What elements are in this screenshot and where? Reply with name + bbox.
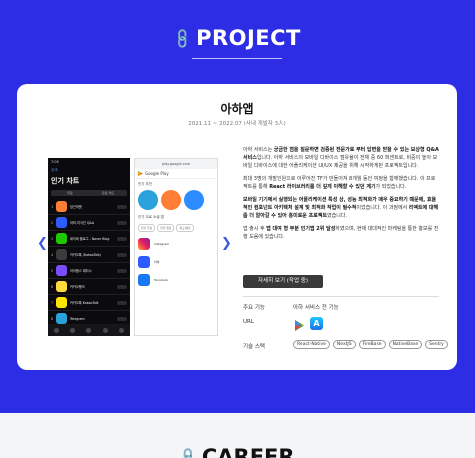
gp-section-label: 인기 추천 — [138, 182, 152, 186]
app-icon — [56, 313, 67, 324]
tech-tag: Sentry — [425, 340, 448, 349]
project-description: 아하 서비스는 궁금한 점을 질문하면 검증된 전문가로 부터 답변을 받을 수… — [243, 146, 439, 246]
list-item: 7 카카오톡 KakaoTalk — [48, 295, 130, 311]
link-icon: 🔗 — [171, 27, 196, 51]
career-section: 🔗CAREER — [0, 413, 475, 458]
tech-stack-list: React-Native NextJS FireBase NativeBase … — [293, 340, 448, 349]
tech-tag: NativeBase — [388, 340, 423, 349]
tech-tag: FireBase — [358, 340, 386, 349]
app-icon — [138, 190, 158, 210]
project-card: 아하앱 2021.11 ~ 2022.07 (사내 개발자 3人) ❮ ❯ 7:… — [17, 84, 457, 370]
app-icon — [161, 190, 181, 210]
desc-paragraph: 최대 3명의 개발인원으로 이루어진 TF가 만들어져 8개월 동안 여정을 함… — [243, 176, 436, 190]
project-heading: 🔗PROJECT — [0, 26, 475, 51]
stack-label: 기술 스택 — [243, 344, 265, 350]
heading-underline — [192, 58, 282, 59]
list-item: 6 카카오뱅크 — [48, 279, 130, 295]
app-icon — [56, 265, 67, 276]
divider — [243, 296, 439, 297]
desc-paragraph: 아하 서비스는 궁금한 점을 질문하면 검증된 전문가로 부터 답변을 받을 수… — [243, 147, 439, 169]
app-icon — [56, 297, 67, 308]
url-label: URL — [243, 319, 254, 325]
google-play-header: Google Play — [135, 169, 217, 179]
carousel-prev-button[interactable]: ❮ — [37, 236, 48, 251]
gp-tag-list: 인기 무료 인기 유료 최고 매출 — [135, 221, 217, 235]
app-icon — [138, 256, 150, 268]
ios-segment-paid: 유료 차트 — [102, 191, 114, 195]
feature-label: 주요 기능 — [243, 305, 265, 311]
ios-chart-screenshot: 7:05 검색 인기 차트 무료 유료 차트 1 당근마켓 2 아하-지식인 Q&A… — [48, 158, 130, 336]
facebook-icon — [138, 274, 150, 286]
project-section: 🔗PROJECT 아하앱 2021.11 ~ 2022.07 (사내 개발자 3… — [0, 0, 475, 413]
google-play-link-icon[interactable] — [293, 317, 306, 331]
app-icon — [184, 190, 204, 210]
ios-back-label: 검색 — [51, 168, 58, 172]
desc-paragraph: 앱 출시 후 앱 대여 형 부분 인기앱 2위 달성하였으며, 현재 대대적인 … — [243, 226, 439, 240]
gp-featured-apps — [135, 188, 217, 212]
instagram-icon — [138, 238, 150, 250]
project-period: 2021.11 ~ 2022.07 (사내 개발자 3人) — [188, 121, 286, 127]
ios-segment-free: 무료 — [67, 191, 73, 195]
tech-tag: React-Native — [293, 340, 330, 349]
google-play-screenshot: play.google.com Google Play 인기 추천 인기 무료 … — [134, 158, 218, 336]
gp-section-label: 인기 무료 소셜 앱 — [138, 215, 164, 219]
list-item: 1 당근마켓 — [48, 199, 130, 215]
desc-paragraph: 모바일 기기에서 실행되는 어플리케이션 특성 상, 성능 최적화가 매우 중요… — [243, 197, 439, 219]
feature-value: 아하 서비스 전 기능 — [293, 305, 339, 311]
browser-url: play.google.com — [135, 159, 217, 169]
career-heading-text: CAREER — [201, 445, 295, 458]
link-icon: 🔗 — [177, 446, 201, 458]
ios-status-time: 7:05 — [51, 160, 59, 164]
project-title: 아하앱 — [220, 102, 254, 116]
list-item: 5 아이템스 레티시 — [48, 263, 130, 279]
project-heading-text: PROJECT — [196, 26, 301, 50]
app-icon — [56, 201, 67, 212]
carousel-next-button[interactable]: ❯ — [221, 236, 232, 251]
list-item: 아하 — [135, 253, 217, 271]
list-item: Instagram — [135, 235, 217, 253]
app-icon — [56, 217, 67, 228]
tech-tag: NextJS — [332, 340, 356, 349]
list-item: 4 카카오톡 (KakaoTalk) — [48, 247, 130, 263]
list-item: Facebook — [135, 271, 217, 289]
app-icon — [56, 233, 67, 244]
detail-button[interactable]: 자세히 보기 (작업 중) — [243, 275, 323, 288]
ios-tab-bar — [48, 324, 130, 336]
ios-chart-title: 인기 차트 — [51, 177, 80, 185]
list-item: 2 아하-지식인 Q&A — [48, 215, 130, 231]
google-play-icon — [138, 171, 143, 176]
app-store-link-icon[interactable]: A — [310, 317, 323, 330]
app-icon — [56, 281, 67, 292]
app-icon — [56, 249, 67, 260]
list-item: 3 네이버 블로그 - Naver Blog — [48, 231, 130, 247]
ios-segment-control: 무료 유료 차트 — [51, 190, 127, 196]
career-heading: 🔗CAREER — [0, 445, 475, 458]
